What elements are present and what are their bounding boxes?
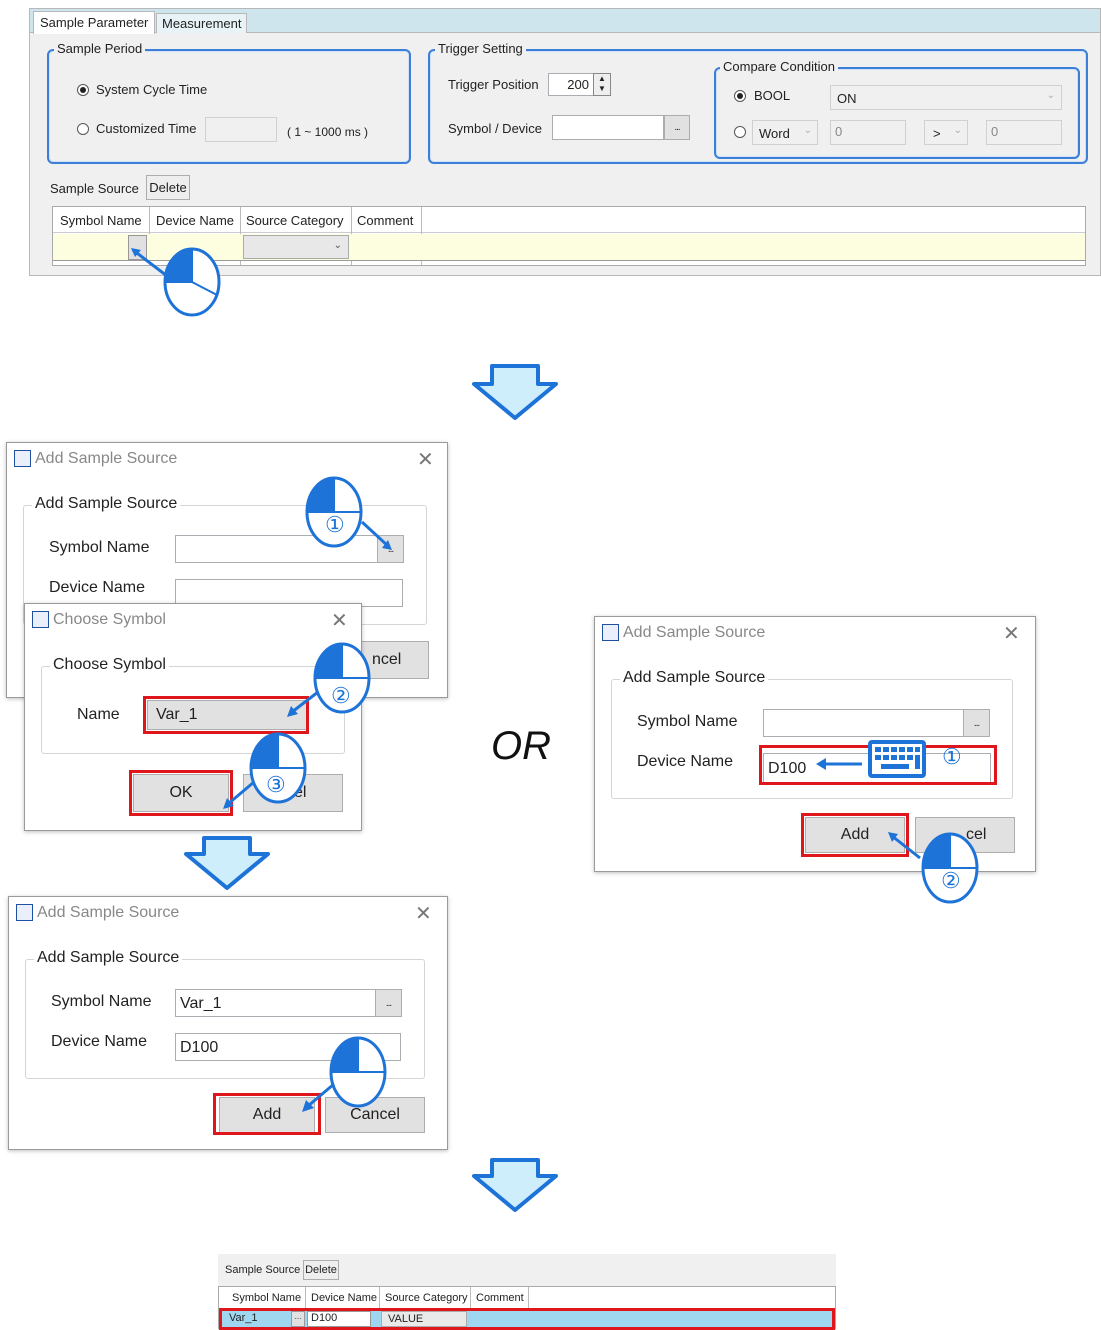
column-source-category: Source Category (385, 1292, 468, 1304)
app-icon (32, 611, 49, 628)
device-name-label: Device Name (637, 753, 734, 770)
trigger-position-spinner[interactable]: ▲ ▼ (593, 73, 611, 96)
symbol-name-label: Symbol Name (51, 993, 152, 1010)
column-comment: Comment (357, 213, 414, 228)
trigger-setting-legend: Trigger Setting (435, 41, 526, 56)
keyboard-icon (816, 740, 926, 778)
symbol-browse-button[interactable]: ... (375, 989, 402, 1017)
bool-label: BOOL (754, 88, 791, 103)
symbol-name-input[interactable] (763, 709, 965, 737)
name-label: Name (77, 706, 120, 723)
symbol-name-input[interactable]: Var_1 (175, 989, 377, 1017)
dialog-title: Add Sample Source (37, 904, 180, 921)
symbol-device-label: Symbol / Device (448, 121, 542, 136)
sample-period-legend: Sample Period (54, 41, 146, 56)
customized-time-label: Customized Time (96, 121, 197, 136)
or-label: OR (491, 724, 551, 768)
column-device-name: Device Name (311, 1292, 378, 1304)
column-comment: Comment (476, 1292, 524, 1304)
trigger-setting-group: Trigger Setting Trigger Position 200 ▲ ▼ … (428, 41, 1088, 164)
word-value-input-1[interactable]: 0 (830, 120, 906, 145)
tab-sample-parameter[interactable]: Sample Parameter (33, 11, 156, 34)
compare-condition-group: Compare Condition BOOL ON ⌄ Word ⌄ 0 > ⌄ 0 (714, 59, 1080, 159)
bool-radio[interactable] (734, 90, 746, 102)
system-cycle-label: System Cycle Time (96, 82, 208, 97)
mouse-click-icon (305, 476, 392, 550)
down-arrow-icon (472, 364, 558, 420)
source-category-select[interactable]: ⌄ (243, 235, 349, 259)
sample-source-label: Sample Source (225, 1264, 301, 1276)
operator-select[interactable]: > ⌄ (924, 120, 968, 145)
close-icon[interactable]: ✕ (1003, 621, 1020, 646)
dialog-title: Add Sample Source (35, 450, 178, 467)
word-radio[interactable] (734, 126, 746, 138)
word-value-input-2[interactable]: 0 (986, 120, 1062, 145)
dialog-title: Add Sample Source (623, 624, 766, 641)
dialog-title: Choose Symbol (53, 611, 166, 628)
sample-parameter-panel: Sample Parameter Measurement Sample Peri… (29, 8, 1101, 276)
step-2-mark: ② (331, 683, 351, 708)
delete-button[interactable]: Delete (146, 175, 190, 200)
step-1-mark: ① (325, 512, 345, 537)
symbol-browse-button[interactable]: ... (963, 709, 990, 737)
column-source-category: Source Category (246, 213, 344, 228)
system-cycle-radio[interactable] (77, 84, 89, 96)
column-symbol-name: Symbol Name (60, 213, 142, 228)
word-type-select[interactable]: Word ⌄ (752, 120, 818, 145)
column-device-name: Device Name (156, 213, 235, 228)
down-arrow-icon (472, 1158, 558, 1212)
symbol-device-browse-button[interactable]: ... (664, 115, 690, 140)
time-range-label: ( 1 ~ 1000 ms ) (287, 125, 369, 139)
step-3-mark: ③ (266, 772, 286, 797)
tab-measurement[interactable]: Measurement (156, 13, 248, 33)
close-icon[interactable]: ✕ (331, 608, 348, 633)
device-name-label: Device Name (49, 579, 146, 596)
bool-value-select[interactable]: ON ⌄ (830, 85, 1062, 110)
trigger-position-label: Trigger Position (448, 77, 539, 92)
app-icon (14, 450, 31, 467)
group-legend: Add Sample Source (32, 495, 181, 513)
group-legend: Add Sample Source (620, 669, 769, 687)
tab-label: Sample Parameter (40, 15, 149, 30)
down-arrow-icon (184, 836, 270, 890)
mouse-click-icon (302, 1036, 387, 1112)
device-name-label: Device Name (51, 1033, 148, 1050)
delete-button[interactable]: Delete (303, 1260, 339, 1280)
group-legend: Add Sample Source (34, 949, 183, 967)
highlight-box (219, 1308, 835, 1330)
sample-source-table: Symbol Name Device Name Source Category … (218, 1286, 836, 1330)
column-symbol-name: Symbol Name (232, 1292, 302, 1304)
result-sample-source-panel: Sample Source Delete Symbol Name Device … (218, 1254, 836, 1330)
customized-time-radio[interactable] (77, 123, 89, 135)
step-2-mark: ② (941, 868, 961, 893)
sample-period-group: Sample Period System Cycle Time Customiz… (47, 41, 411, 164)
mouse-click-icon (888, 832, 979, 904)
tab-label: Measurement (162, 16, 242, 31)
app-icon (16, 904, 33, 921)
table-header: Symbol Name Device Name Source Category … (53, 207, 1085, 265)
sample-source-label: Sample Source (50, 181, 139, 196)
app-icon (602, 624, 619, 641)
close-icon[interactable]: ✕ (417, 447, 434, 472)
symbol-name-label: Symbol Name (49, 539, 150, 556)
trigger-position-input[interactable]: 200 (548, 73, 594, 96)
compare-condition-legend: Compare Condition (720, 59, 839, 74)
symbol-name-label: Symbol Name (637, 713, 738, 730)
group-legend: Choose Symbol (50, 656, 169, 674)
symbol-device-input[interactable] (552, 115, 664, 140)
close-icon[interactable]: ✕ (415, 901, 432, 926)
customized-time-input[interactable] (205, 117, 277, 142)
mouse-click-icon (131, 247, 221, 317)
step-1-mark: ① (942, 744, 962, 769)
